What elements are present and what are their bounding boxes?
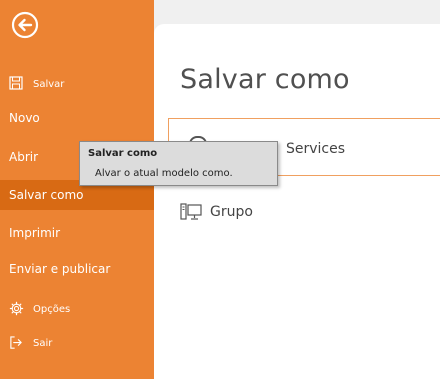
nav-item-label: Abrir bbox=[9, 150, 39, 164]
gear-icon bbox=[9, 301, 25, 317]
nav-item-sair[interactable]: Sair bbox=[0, 329, 154, 357]
nav-item-label: Salvar bbox=[33, 78, 65, 90]
nav-item-novo[interactable]: Novo bbox=[0, 104, 154, 132]
nav-item-label: Enviar e publicar bbox=[9, 262, 111, 276]
tooltip-title: Salvar como bbox=[88, 148, 158, 159]
nav-item-salvar[interactable]: Salvar bbox=[0, 70, 154, 98]
backstage-sidebar: Salvar Novo Abrir Salvar como Imprimir E… bbox=[0, 0, 154, 379]
place-label: Services bbox=[286, 141, 346, 157]
exit-icon bbox=[9, 335, 25, 351]
back-arrow-icon bbox=[11, 11, 39, 39]
nav-item-label: Imprimir bbox=[9, 226, 61, 240]
page-title: Salvar como bbox=[180, 64, 350, 95]
nav-item-enviar-e-publicar[interactable]: Enviar e publicar bbox=[0, 255, 154, 283]
main-content: Salvar como Services Grupo bbox=[154, 0, 440, 379]
nav-item-label: Opções bbox=[33, 303, 71, 315]
place-grupo[interactable]: Grupo bbox=[180, 202, 253, 222]
nav-item-label: Novo bbox=[9, 111, 40, 125]
back-button[interactable] bbox=[11, 11, 39, 39]
network-computer-icon bbox=[180, 203, 202, 220]
nav-item-imprimir[interactable]: Imprimir bbox=[0, 219, 154, 247]
tooltip-description: Alvar o atual modelo como. bbox=[95, 168, 233, 179]
save-icon bbox=[9, 76, 25, 92]
place-label: Grupo bbox=[210, 204, 253, 220]
tooltip: Salvar como Alvar o atual modelo como. bbox=[79, 141, 278, 186]
nav-item-label: Sair bbox=[33, 337, 53, 349]
nav-item-opcoes[interactable]: Opções bbox=[0, 295, 154, 323]
nav-item-label: Salvar como bbox=[9, 188, 84, 202]
